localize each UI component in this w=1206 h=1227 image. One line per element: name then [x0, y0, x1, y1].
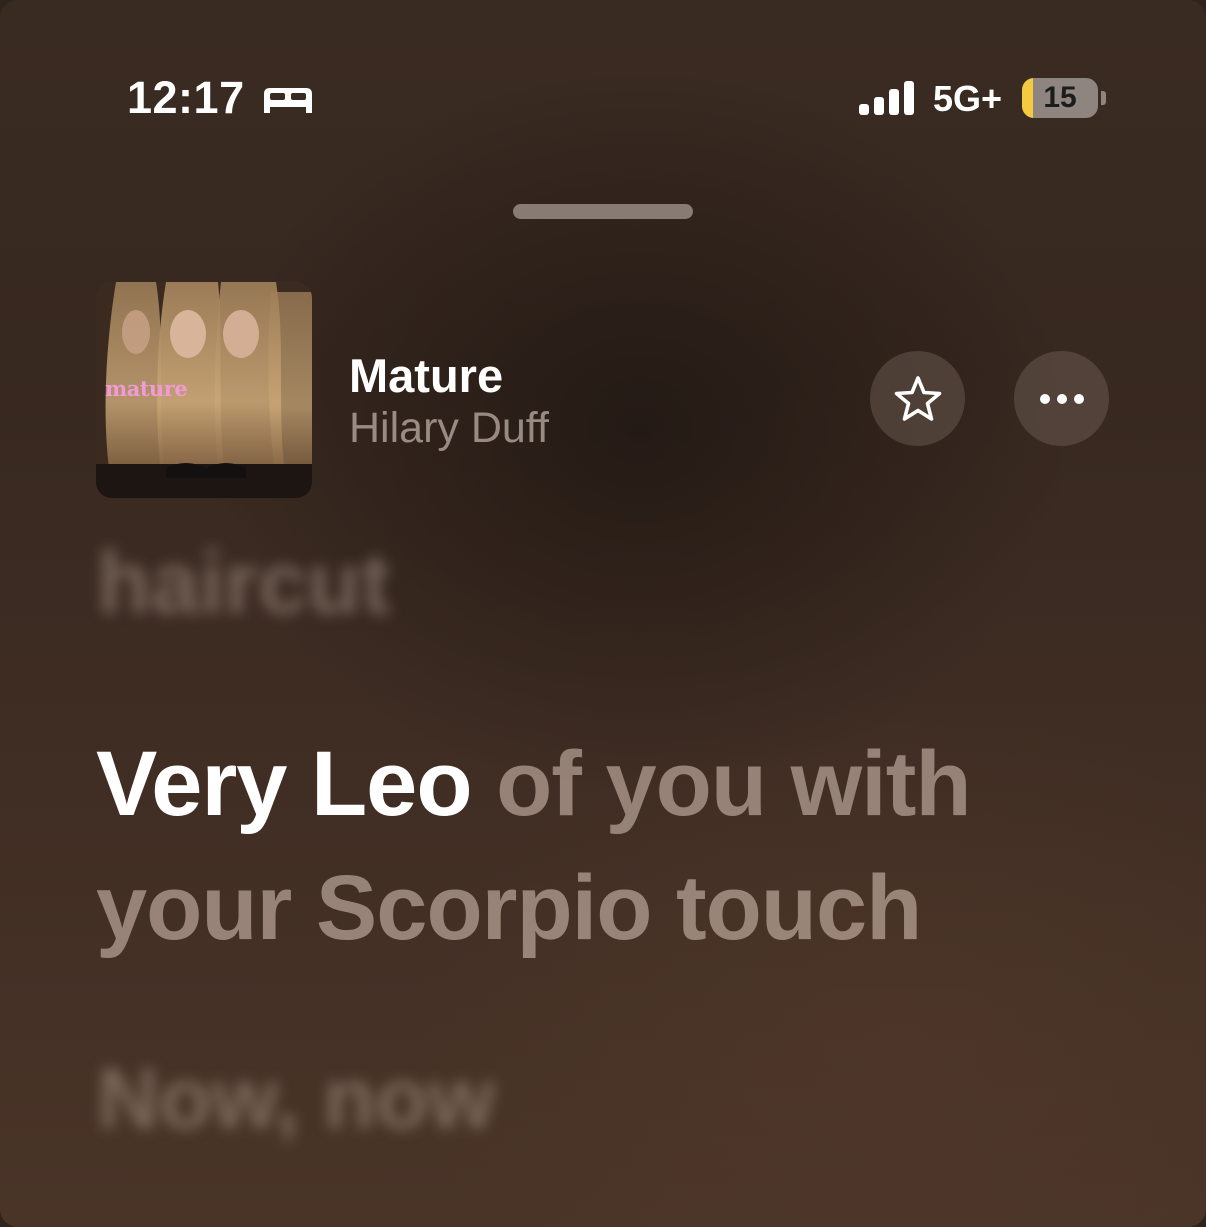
cellular-signal-icon [859, 81, 914, 115]
battery-body: 15 [1022, 78, 1098, 118]
favorite-button[interactable] [870, 351, 965, 446]
ellipsis-icon [1039, 393, 1084, 404]
sheet-grabber[interactable] [513, 204, 693, 219]
lyric-line-current[interactable]: Very Leo of you with your Scorpio touch [96, 722, 1106, 970]
lyric-upcoming-words: of you with [471, 733, 971, 835]
lyric-line-next[interactable]: Now, now [97, 1050, 495, 1149]
bed-icon [264, 88, 312, 113]
album-artwork[interactable]: mature [96, 282, 312, 498]
artwork-title-text: mature [105, 376, 188, 401]
song-title[interactable]: Mature [349, 348, 503, 403]
lyric-upcoming-words-line-2: your Scorpio touch [96, 857, 922, 959]
battery-level: 15 [1043, 81, 1077, 114]
more-options-button[interactable] [1014, 351, 1109, 446]
battery-cap [1101, 91, 1106, 105]
star-outline-icon [894, 375, 941, 421]
lyric-line-previous[interactable]: haircut [97, 532, 390, 634]
status-time: 12:17 [127, 72, 245, 123]
lyric-sung-words: Very Leo [96, 733, 473, 835]
network-type: 5G+ [933, 78, 1003, 119]
lyrics-screen: 12:17 5G+ 15 mature Mature Hilary Duff h… [0, 0, 1206, 1227]
song-artist[interactable]: Hilary Duff [349, 404, 549, 453]
battery-icon: 15 [1022, 78, 1108, 118]
